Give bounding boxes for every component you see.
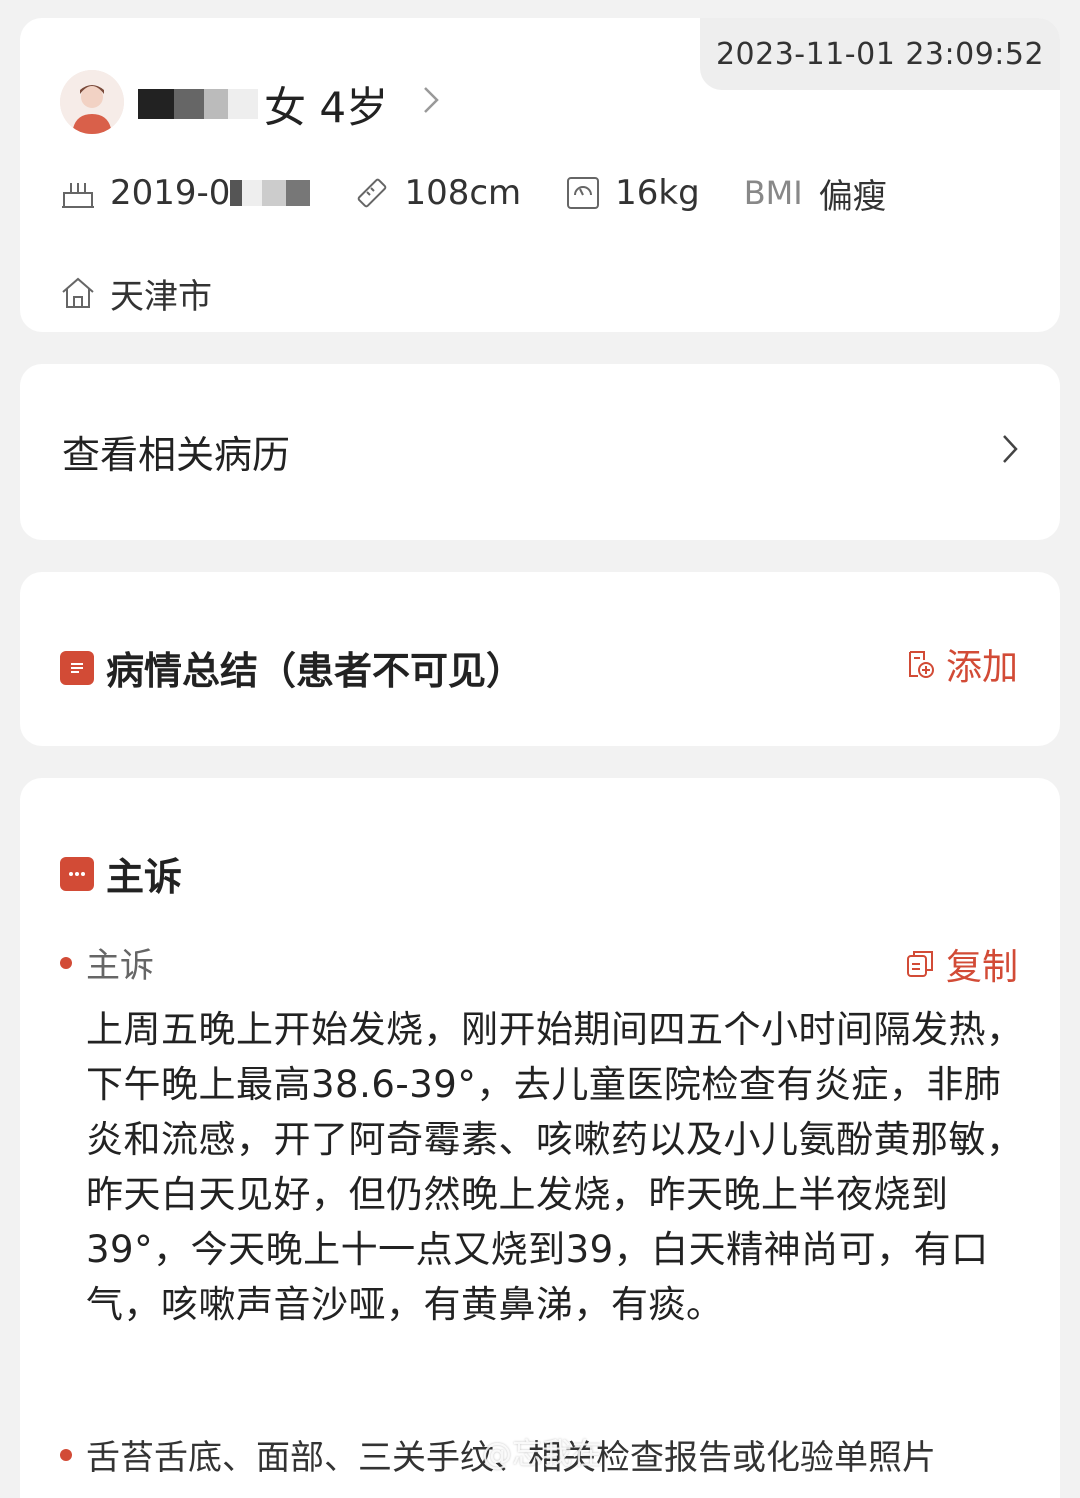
summary-title: 病情总结（患者不可见） <box>106 649 525 693</box>
birth-date-item: 2019-0 <box>60 173 311 213</box>
chat-icon <box>60 856 94 891</box>
city: 天津市 <box>110 276 212 317</box>
timestamp: 2023-11-01 23:09:52 <box>700 18 1060 90</box>
add-note-icon <box>908 651 934 678</box>
add-label: 添加 <box>945 647 1018 688</box>
birth-date: 2019-0 <box>110 173 231 213</box>
redacted-name <box>138 89 258 119</box>
chevron-right-icon <box>1000 432 1020 470</box>
home-icon <box>62 277 94 308</box>
bmi-label: BMI <box>743 174 803 212</box>
avatar-icon <box>60 70 124 134</box>
complaint-sub-item: 主诉 <box>60 938 154 987</box>
complaint-sub-label: 主诉 <box>86 946 154 986</box>
summary-header: 病情总结（患者不可见） <box>60 640 524 695</box>
patient-card: 2023-11-01 23:09:52 女 4岁 2019-0 108cm 16… <box>20 18 1060 332</box>
height-item: 108cm <box>354 173 521 213</box>
copy-button[interactable]: 复制 <box>904 938 1018 990</box>
condition-summary-card: 病情总结（患者不可见） 添加 <box>20 572 1060 746</box>
bmi-item: BMI 偏瘦 <box>744 169 887 218</box>
height: 108cm <box>404 173 522 213</box>
chief-complaint-card: 主诉 主诉 复制 上周五晚上开始发烧，刚开始期间四五个小时间隔发热，下午晚上最高… <box>20 778 1060 1498</box>
complaint-header: 主诉 <box>60 846 182 901</box>
chevron-right-icon <box>422 84 440 124</box>
scale-icon <box>567 177 600 209</box>
weight: 16kg <box>615 173 700 213</box>
complaint-title: 主诉 <box>106 855 183 899</box>
bullet-dot <box>60 956 72 969</box>
watermark: @忘我在 <box>482 1437 602 1472</box>
ruler-icon <box>358 178 387 208</box>
patient-name-row[interactable]: 女 4岁 <box>138 72 440 136</box>
document-icon <box>60 650 94 685</box>
view-history-button[interactable]: 查看相关病历 <box>20 364 1060 540</box>
bmi-value: 偏瘦 <box>818 176 887 217</box>
copy-icon <box>906 951 933 977</box>
complaint-text: 上周五晚上开始发烧，刚开始期间四五个小时间隔发热，下午晚上最高38.6-39°，… <box>86 1008 1024 1326</box>
view-history-label: 查看相关病历 <box>62 433 291 477</box>
redacted-birth-date <box>230 180 311 206</box>
add-summary-button[interactable]: 添加 <box>904 638 1018 690</box>
weight-item: 16kg <box>565 173 700 213</box>
patient-info-row: 2019-0 108cm 16kg BMI 偏瘦 <box>60 168 931 218</box>
bullet-dot <box>60 1448 72 1461</box>
address-row: 天津市 <box>60 268 212 318</box>
patient-gender-age: 女 4岁 <box>264 82 389 132</box>
copy-label: 复制 <box>945 947 1018 988</box>
birthday-cake-icon <box>62 183 94 208</box>
